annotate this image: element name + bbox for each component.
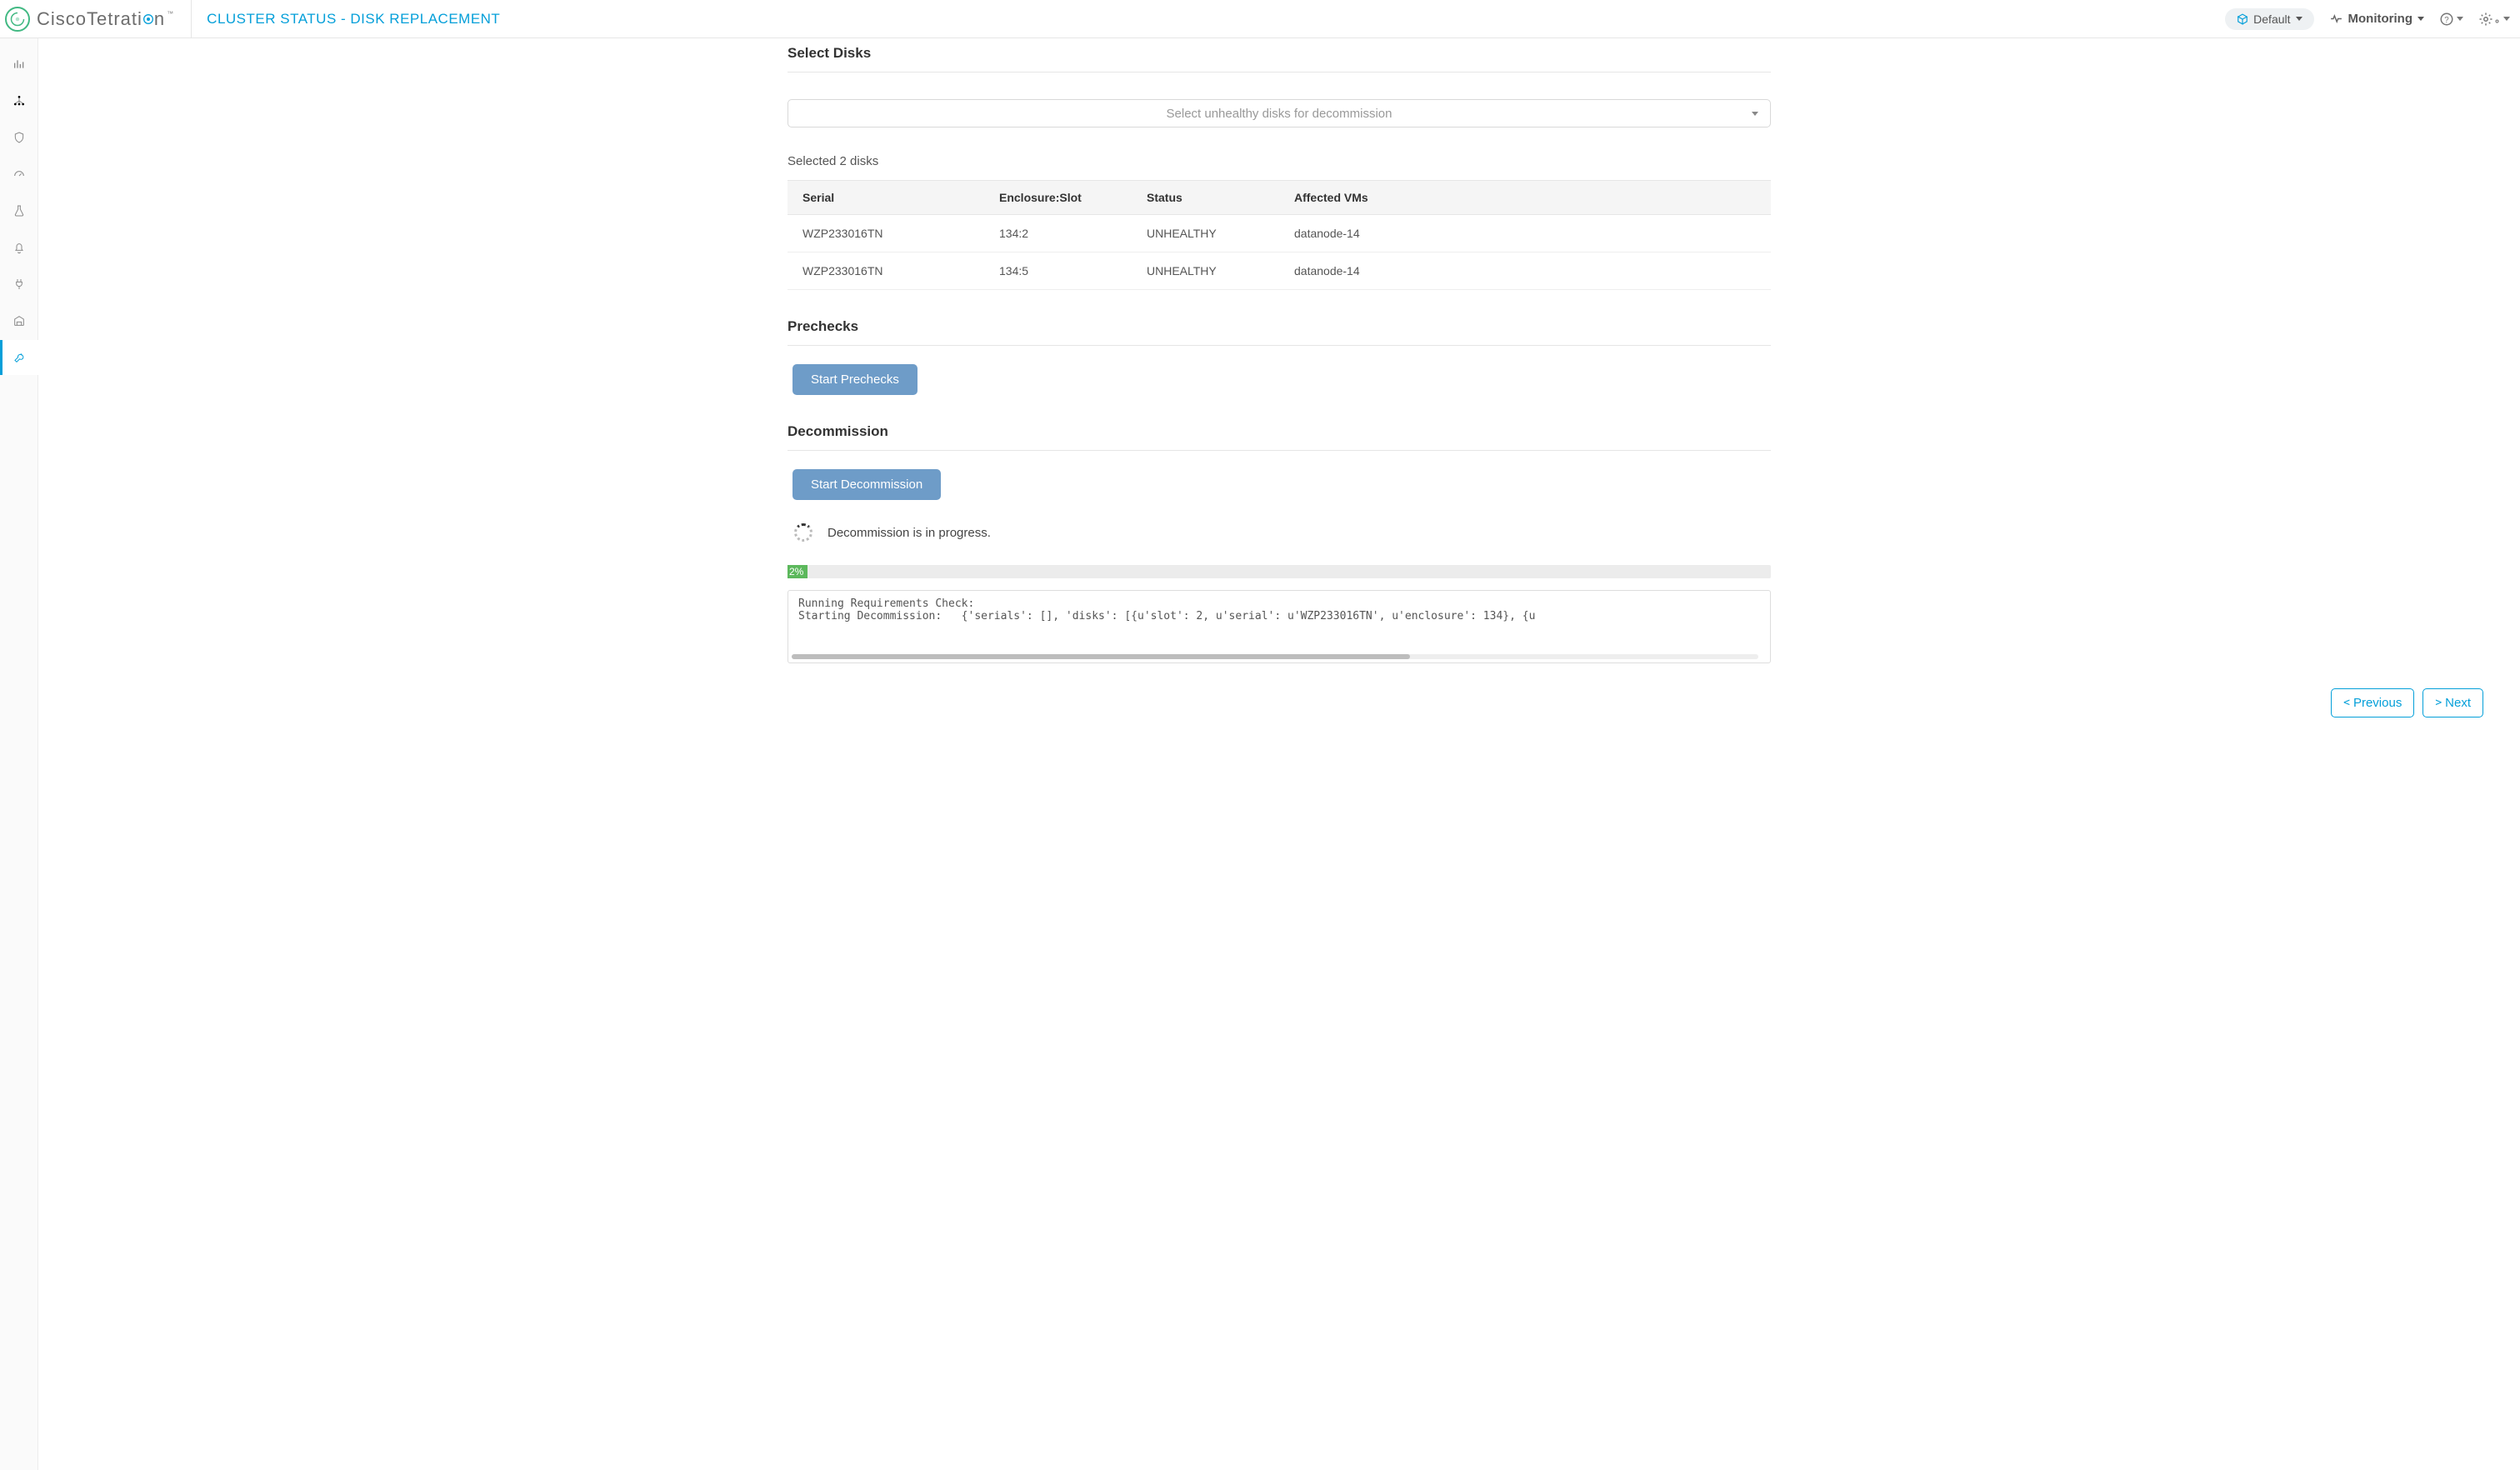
col-vms: Affected VMs [1279,181,1771,215]
chevron-down-icon [2418,17,2424,21]
brand-block[interactable]: CiscoTetrati n ™ [0,0,192,38]
progress-bar: 2% [788,565,1771,578]
gear-small-icon [2493,18,2501,25]
nav-inventory[interactable] [0,303,38,338]
scope-selector[interactable]: Default [2225,8,2313,30]
next-button[interactable]: >Next [2422,688,2483,718]
nav-topology[interactable] [0,83,38,118]
help-icon: ? [2439,12,2454,27]
cell-slot: 134:5 [984,252,1132,290]
col-slot: Enclosure:Slot [984,181,1132,215]
disk-select-dropdown[interactable]: Select unhealthy disks for decommission [788,99,1771,128]
datacenter-icon [12,314,26,328]
progress-bar-fill: 2% [788,565,808,578]
chevron-left-icon: < [2343,697,2350,709]
next-label: Next [2445,696,2471,710]
shield-icon [12,131,26,144]
nav-lab[interactable] [0,193,38,228]
decommission-status-text: Decommission is in progress. [828,526,991,540]
wizard-footer-nav: <Previous >Next [38,688,2483,718]
start-prechecks-button[interactable]: Start Prechecks [792,364,918,395]
cell-vms: datanode-14 [1279,215,1771,252]
table-row: WZP233016TN 134:2 UNHEALTHY datanode-14 [788,215,1771,252]
chevron-down-icon [1752,112,1758,116]
selected-disk-table: Serial Enclosure:Slot Status Affected VM… [788,180,1771,290]
cell-status: UNHEALTHY [1132,252,1279,290]
scrollbar-thumb[interactable] [792,654,1410,659]
topology-icon [12,94,26,108]
previous-label: Previous [2353,696,2402,710]
cube-icon [2237,13,2248,25]
help-dropdown[interactable]: ? [2439,12,2463,27]
monitoring-label: Monitoring [2348,12,2412,26]
chevron-down-icon [2296,17,2302,21]
scope-label: Default [2253,12,2290,26]
selected-count-label: Selected 2 disks [788,154,1771,168]
cell-slot: 134:2 [984,215,1132,252]
disk-select-placeholder: Select unhealthy disks for decommission [1167,107,1392,121]
log-horizontal-scrollbar[interactable] [792,654,1758,659]
plug-icon [12,278,26,291]
heartbeat-icon [2329,12,2343,26]
start-decommission-button[interactable]: Start Decommission [792,469,941,500]
svg-text:?: ? [2444,15,2449,24]
monitoring-dropdown[interactable]: Monitoring [2329,12,2424,26]
nav-dashboard[interactable] [0,47,38,82]
col-status: Status [1132,181,1279,215]
logo-icon [5,7,30,32]
cell-status: UNHEALTHY [1132,215,1279,252]
chevron-down-icon [2503,17,2510,21]
log-line: Starting Decommission: {'serials': [], '… [798,610,1535,622]
log-output[interactable]: Running Requirements Check: Starting Dec… [788,590,1771,663]
gear-icon [2478,12,2493,27]
main-content: Select Disks Select unhealthy disks for … [38,38,2520,1470]
section-title-prechecks: Prechecks [788,318,1771,346]
log-line: Running Requirements Check: [798,598,974,610]
spinner-icon [794,523,812,542]
nav-alerts[interactable] [0,230,38,265]
flask-icon [12,204,26,218]
table-row: WZP233016TN 134:5 UNHEALTHY datanode-14 [788,252,1771,290]
cell-serial: WZP233016TN [788,252,984,290]
left-nav-rail [0,38,38,1470]
cell-vms: datanode-14 [1279,252,1771,290]
chevron-down-icon [2457,17,2463,21]
brand-text: CiscoTetrati n ™ [37,8,174,30]
settings-dropdown[interactable] [2478,12,2510,27]
gauge-icon [12,168,26,181]
section-title-decommission: Decommission [788,423,1771,451]
col-serial: Serial [788,181,984,215]
nav-performance[interactable] [0,157,38,192]
previous-button[interactable]: <Previous [2331,688,2414,718]
section-title-select-disks: Select Disks [788,45,1771,72]
page-title: CLUSTER STATUS - DISK REPLACEMENT [207,11,500,28]
chevron-right-icon: > [2435,697,2442,709]
nav-power[interactable] [0,267,38,302]
topbar: CiscoTetrati n ™ CLUSTER STATUS - DISK R… [0,0,2520,38]
wrench-icon [13,351,27,364]
cell-serial: WZP233016TN [788,215,984,252]
nav-security[interactable] [0,120,38,155]
chart-icon [12,58,26,71]
nav-maintenance[interactable] [0,340,38,375]
bell-icon [12,241,26,254]
